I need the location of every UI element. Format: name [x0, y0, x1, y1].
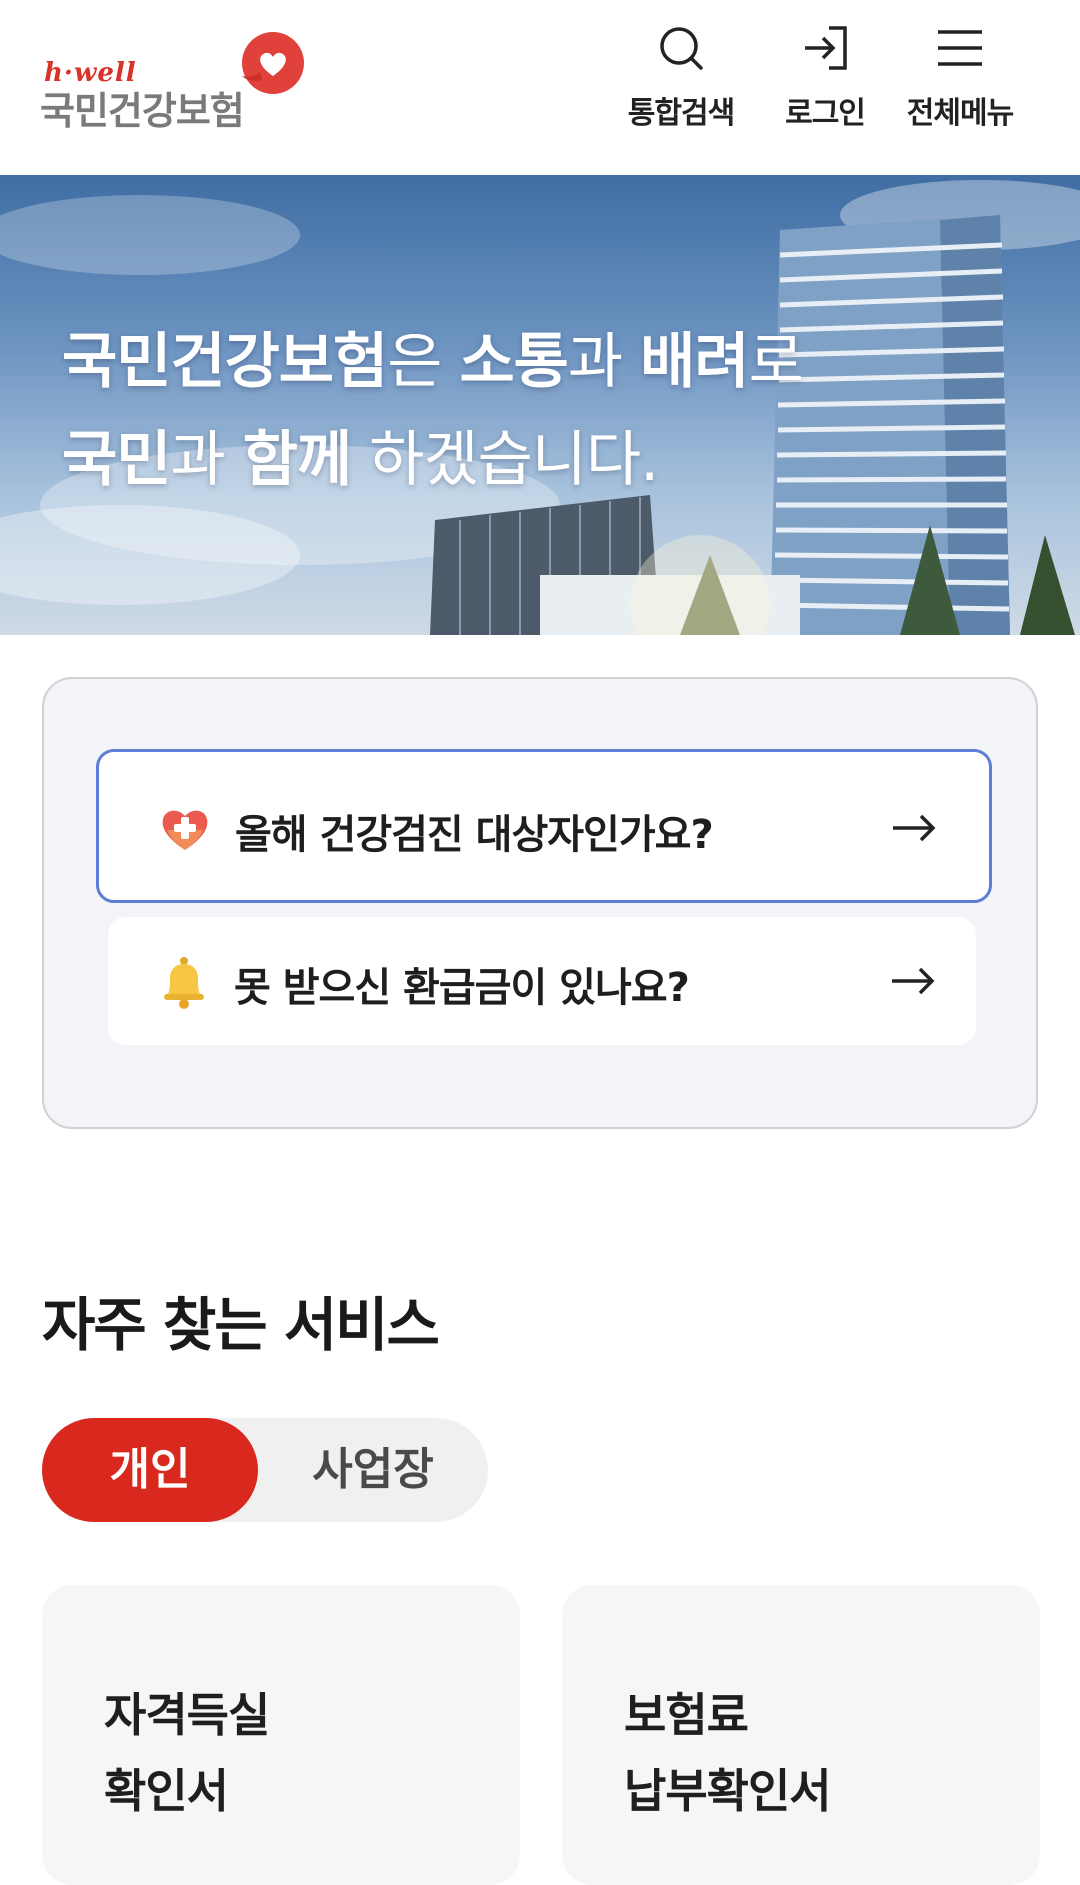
service-type-toggle: 개인 사업장 [42, 1418, 488, 1522]
full-menu-label: 전체메뉴 [906, 96, 1014, 131]
hero-banner: 국민건강보험은 소통과 배려로 국민과 함께 하겠습니다. [0, 175, 1080, 635]
health-checkup-eligibility-link[interactable]: 올해 건강검진 대상자인가요? [96, 749, 992, 903]
quick-links-panel: 올해 건강검진 대상자인가요? 못 받으신 환급금이 있나요? [42, 677, 1038, 1129]
site-header: h·well 국민건강보험 통합검색 로그인 전체메뉴 [0, 0, 1080, 176]
hero-building-image [0, 180, 1080, 635]
hamburger-menu-icon [938, 30, 982, 66]
full-menu-button[interactable]: 전체메뉴 [890, 20, 1030, 140]
login-icon [805, 26, 847, 70]
login-button[interactable]: 로그인 [770, 20, 880, 140]
login-label: 로그인 [785, 96, 866, 131]
service-card-premium-payment-certificate[interactable]: 보험료 납부확인서 [562, 1585, 1040, 1885]
unclaimed-refund-link[interactable]: 못 받으신 환급금이 있나요? [108, 917, 976, 1045]
hero-headline-line2: 국민과 함께 하겠습니다. [62, 425, 659, 495]
frequent-services-title: 자주 찾는 서비스 [42, 1291, 440, 1359]
service-card-eligibility-certificate[interactable]: 자격득실 확인서 [42, 1585, 520, 1885]
arrow-right-icon [893, 814, 936, 842]
integrated-search-button[interactable]: 통합검색 [616, 20, 746, 140]
hero-headline-line1: 국민건강보험은 소통과 배려로 [62, 327, 804, 397]
search-label: 통합검색 [627, 96, 735, 131]
service-card-title: 자격득실 확인서 [104, 1688, 270, 1818]
heart-plus-icon [162, 810, 208, 850]
health-checkup-label: 올해 건강검진 대상자인가요? [235, 812, 714, 858]
logo-heart-icon [242, 32, 304, 94]
bell-icon [164, 957, 204, 1009]
search-icon [660, 27, 703, 70]
refund-label: 못 받으신 환급금이 있나요? [234, 965, 690, 1011]
tab-individual[interactable]: 개인 [42, 1418, 258, 1522]
nhis-logo[interactable]: h·well 국민건강보험 [40, 28, 320, 138]
arrow-right-icon [892, 967, 935, 995]
tab-workplace[interactable]: 사업장 [258, 1418, 488, 1522]
service-card-title: 보험료 납부확인서 [624, 1688, 832, 1818]
logo-name: 국민건강보험 [40, 89, 245, 133]
